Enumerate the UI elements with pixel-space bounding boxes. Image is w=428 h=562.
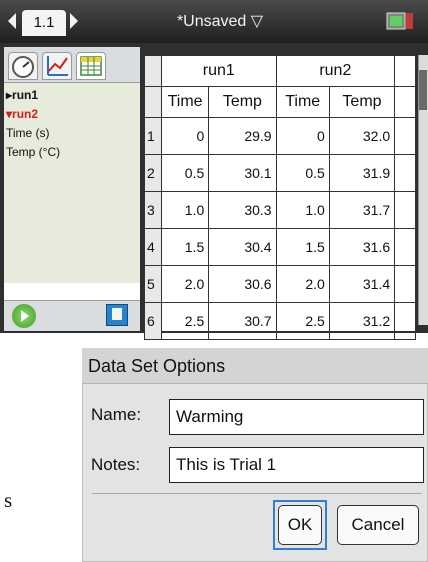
table-cell[interactable]: 0.5 — [160, 154, 210, 192]
table-cell[interactable]: 31.2 — [328, 302, 396, 340]
scrollbar-thumb[interactable] — [419, 70, 427, 110]
column-header[interactable]: Temp — [328, 86, 396, 118]
table-cell[interactable]: 31.4 — [328, 265, 396, 303]
notes-field[interactable]: This is Trial 1 — [169, 447, 424, 483]
graph-tab[interactable] — [42, 52, 72, 80]
table-cell[interactable]: 31.6 — [328, 228, 396, 266]
table-cell[interactable]: 2.0 — [275, 265, 330, 303]
table-cell[interactable]: 1.5 — [275, 228, 330, 266]
page-tab[interactable]: 1.1 — [22, 10, 66, 36]
table-cell[interactable]: 30.7 — [208, 302, 277, 340]
table-cell[interactable]: 2.0 — [160, 265, 210, 303]
table-cell[interactable]: 2.5 — [160, 302, 210, 340]
row-number: 5 — [144, 265, 162, 303]
table-icon — [80, 56, 102, 76]
data-table: run1 run2 Time Temp Time Temp 1 0 29.9 0… — [144, 55, 416, 340]
table-row: 4 1.5 30.4 1.5 31.6 — [144, 228, 416, 266]
column-header[interactable]: Time — [275, 86, 330, 118]
partial-text: s — [4, 488, 13, 512]
column-header[interactable]: Temp — [208, 86, 277, 118]
name-label: Name: — [91, 405, 142, 424]
table-row: 3 1.0 30.3 1.0 31.7 — [144, 191, 416, 229]
table-cell[interactable]: 29.9 — [208, 117, 277, 155]
group-header-run1[interactable]: run1 — [160, 55, 277, 87]
temp-variable[interactable]: Temp (°C) — [6, 145, 60, 159]
dialog-divider — [92, 493, 422, 494]
table-cell[interactable]: 0 — [160, 117, 210, 155]
gauge-icon — [12, 56, 34, 78]
row-number: 4 — [144, 228, 162, 266]
ok-button[interactable]: OK — [278, 505, 322, 545]
document-title[interactable]: *Unsaved ▽ — [120, 0, 320, 43]
store-run-icon[interactable] — [106, 304, 128, 326]
next-page-arrow-icon[interactable] — [70, 13, 78, 29]
table-cell[interactable]: 30.3 — [208, 191, 277, 229]
meter-tab[interactable] — [8, 52, 38, 80]
row-number: 2 — [144, 154, 162, 192]
graph-icon — [47, 56, 68, 76]
time-variable[interactable]: Time (s) — [6, 126, 50, 140]
table-cell[interactable]: 1.0 — [160, 191, 210, 229]
table-cell[interactable]: 31.7 — [328, 191, 396, 229]
row-number: 1 — [144, 117, 162, 155]
table-cell[interactable]: 31.9 — [328, 154, 396, 192]
table-cell[interactable]: 1.0 — [275, 191, 330, 229]
table-cell[interactable]: 30.6 — [208, 265, 277, 303]
table-row: 1 0 29.9 0 32.0 — [144, 117, 416, 155]
table-cell[interactable]: 30.1 — [208, 154, 277, 192]
table-cell[interactable]: 30.4 — [208, 228, 277, 266]
battery-icon — [386, 12, 413, 30]
notes-label: Notes: — [91, 455, 141, 474]
table-row: 2 0.5 30.1 0.5 31.9 — [144, 154, 416, 192]
table-cell[interactable]: 2.5 — [275, 302, 330, 340]
group-header-run2[interactable]: run2 — [275, 55, 396, 87]
table-cell[interactable]: 32.0 — [328, 117, 396, 155]
table-row: 6 2.5 30.7 2.5 31.2 — [144, 302, 416, 340]
column-header[interactable]: Time — [160, 86, 210, 118]
table-cell[interactable]: 1.5 — [160, 228, 210, 266]
table-row: 5 2.0 30.6 2.0 31.4 — [144, 265, 416, 303]
name-field[interactable]: Warming — [169, 399, 424, 435]
table-corner — [144, 55, 162, 87]
table-tab[interactable] — [76, 52, 106, 80]
table-cell[interactable]: 0 — [275, 117, 330, 155]
table-cell[interactable]: 0.5 — [275, 154, 330, 192]
dialog-title: Data Set Options — [82, 348, 428, 384]
play-icon — [21, 310, 29, 322]
row-number: 3 — [144, 191, 162, 229]
cancel-button[interactable]: Cancel — [337, 505, 419, 545]
row-number: 6 — [144, 302, 162, 340]
prev-page-arrow-icon[interactable] — [8, 13, 16, 29]
run1-item[interactable]: ▸run1 — [6, 88, 38, 102]
run2-item[interactable]: ▾run2 — [6, 107, 38, 121]
